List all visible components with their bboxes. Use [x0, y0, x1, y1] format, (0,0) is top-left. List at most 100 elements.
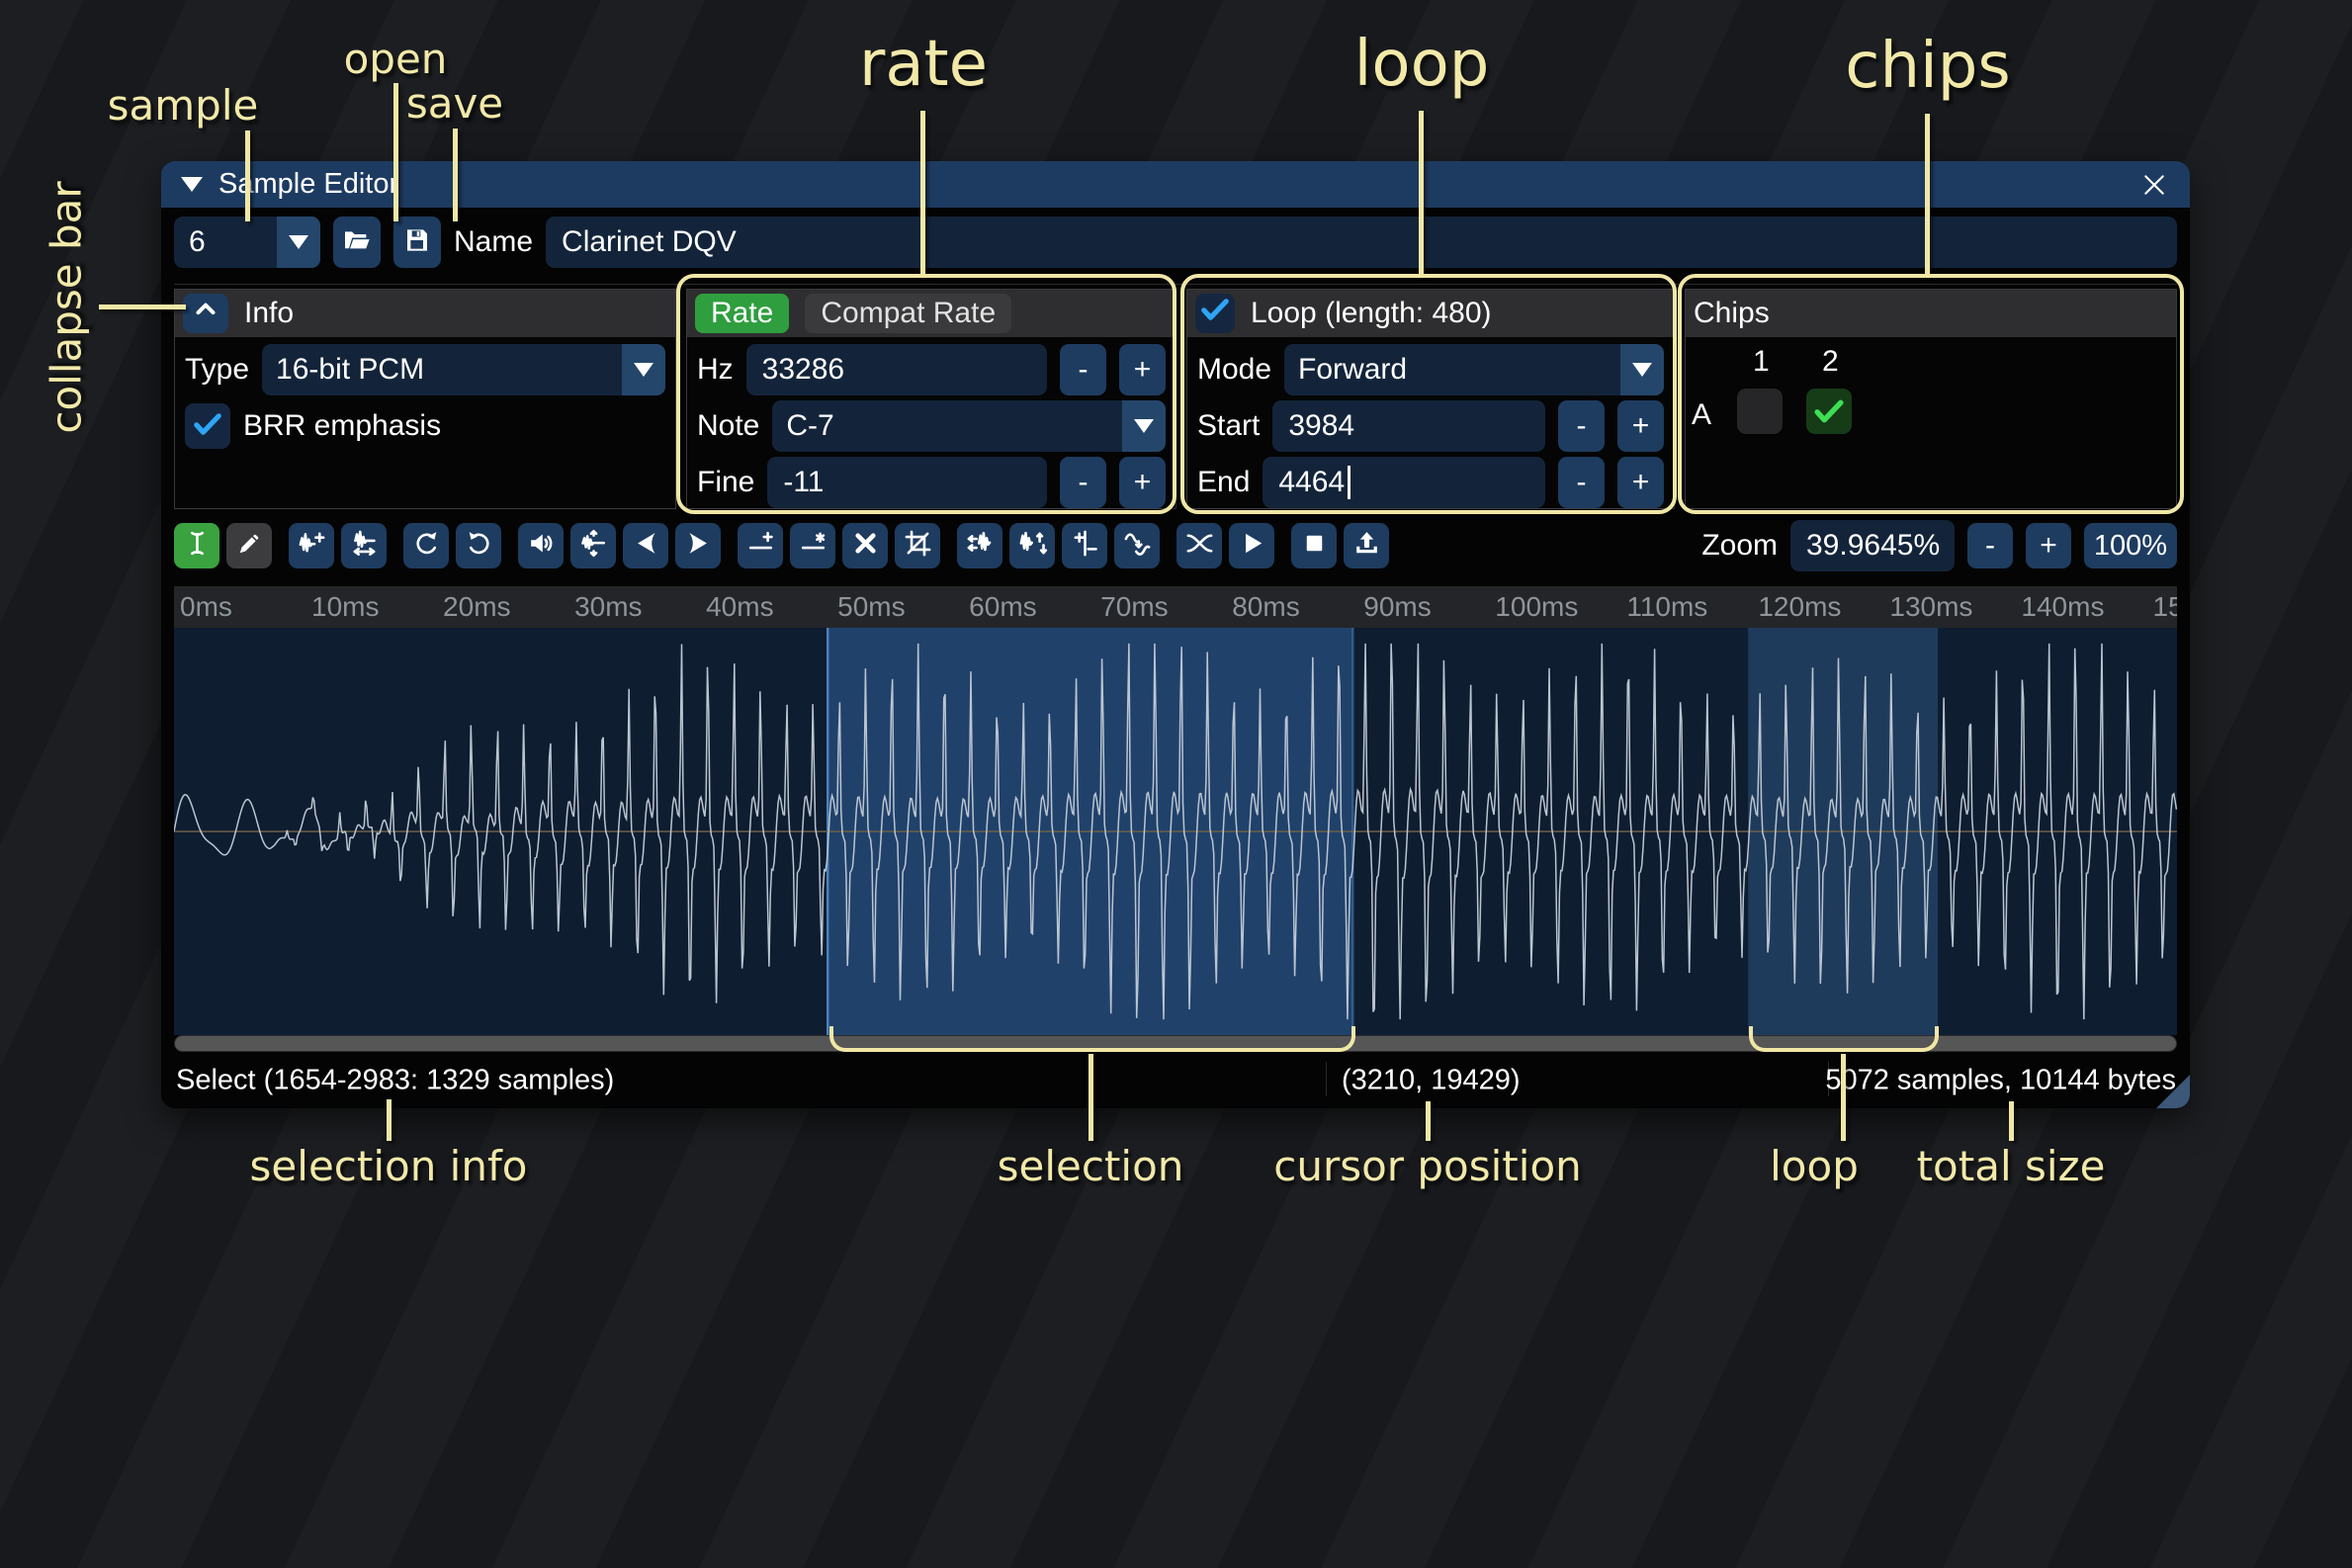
selection-info-text: Select (1654-2983: 1329 samples): [176, 1064, 614, 1096]
amplify-button[interactable]: [518, 523, 564, 568]
name-label: Name: [454, 225, 533, 259]
draw-tool[interactable]: [226, 523, 272, 568]
ruler-tick: 80ms: [1232, 591, 1299, 623]
zoom-reset-button[interactable]: 100%: [2084, 523, 2177, 568]
annotation-rate: rate: [859, 28, 988, 101]
ruler-tick: 90ms: [1363, 591, 1431, 623]
delete-button[interactable]: [842, 523, 888, 568]
check-icon: [190, 406, 225, 447]
sample-selector-dropdown[interactable]: [277, 217, 320, 268]
undo-icon: [411, 528, 442, 564]
annotation-line-cursor-position: [1426, 1101, 1431, 1141]
total-size-text: 5072 samples, 10144 bytes: [1825, 1064, 2176, 1096]
resize-grip[interactable]: [2156, 1075, 2190, 1108]
titlebar[interactable]: Sample Editor: [161, 161, 2190, 208]
preview-button[interactable]: [1229, 523, 1274, 568]
type-dropdown[interactable]: 16-bit PCM: [262, 344, 665, 395]
reverse-button[interactable]: [957, 523, 1002, 568]
zoom-controls: Zoom 39.9645% - + 100%: [1701, 520, 2177, 571]
annotation-line-selection: [1089, 1054, 1093, 1141]
wave-invert-icon: [1017, 528, 1048, 564]
annotation-loop-bottom: loop: [1770, 1142, 1859, 1190]
close-icon[interactable]: [2138, 169, 2170, 201]
normalize-button[interactable]: [570, 523, 616, 568]
apply-silence-button[interactable]: [790, 523, 835, 568]
ruler-tick: 30ms: [574, 591, 642, 623]
resize-button[interactable]: [289, 523, 334, 568]
save-button[interactable]: [393, 217, 441, 268]
annotation-selection: selection: [998, 1142, 1184, 1190]
annotation-sample: sample: [108, 81, 259, 130]
undo-button[interactable]: [403, 523, 449, 568]
toolbar-group: [403, 523, 501, 568]
zoom-out-button[interactable]: -: [1967, 523, 2013, 568]
toolbar-group: [957, 523, 1160, 568]
import-button[interactable]: [1344, 523, 1389, 568]
invert-button[interactable]: [1009, 523, 1055, 568]
annotation-selection-info: selection info: [250, 1142, 528, 1190]
annotation-save: save: [406, 79, 503, 128]
annotation-loop: loop: [1354, 28, 1490, 101]
sample-selector[interactable]: 6: [174, 217, 320, 268]
sign-invert-button[interactable]: [1062, 523, 1107, 568]
filter-icon: [1122, 528, 1153, 564]
apply-filter-button[interactable]: [1114, 523, 1160, 568]
name-input[interactable]: Clarinet DQV: [546, 217, 2177, 268]
info-panel-header: Info: [175, 290, 675, 337]
stop-preview-button[interactable]: [1291, 523, 1337, 568]
crossfade-icon: [1184, 528, 1215, 564]
annotation-collapse-bar: collapse bar: [43, 181, 91, 433]
annotation-line-collapse-bar: [99, 305, 186, 309]
plus-minus-icon: [1070, 528, 1100, 564]
window-collapse-icon[interactable]: [181, 177, 203, 192]
collapse-bar-button[interactable]: [183, 294, 228, 333]
type-dropdown-arrow[interactable]: [622, 344, 665, 395]
annotation-chips: chips: [1845, 30, 2011, 103]
annotation-line-save: [453, 129, 458, 221]
type-label: Type: [185, 353, 249, 387]
fade-in-button[interactable]: [623, 523, 668, 568]
cursor-position-text: (3210, 19429): [1342, 1064, 1521, 1096]
brr-emphasis-checkbox[interactable]: [185, 403, 230, 449]
play-icon: [1237, 528, 1267, 564]
speaker-icon: [526, 528, 557, 564]
annotation-brace-selection: [829, 1026, 1355, 1052]
ruler-tick: 120ms: [1758, 591, 1841, 623]
crossfade-loop-button[interactable]: [1176, 523, 1222, 568]
zoom-in-button[interactable]: +: [2026, 523, 2071, 568]
time-ruler[interactable]: 0ms10ms20ms30ms40ms50ms60ms70ms80ms90ms1…: [174, 586, 2177, 628]
waveform-display[interactable]: [174, 628, 2177, 1035]
annotation-line-loop-bottom: [1841, 1054, 1846, 1141]
toolbar-group: [738, 523, 940, 568]
ruler-tick: 50ms: [837, 591, 905, 623]
wave-h-icon: [349, 528, 380, 564]
annotation-outline-rate: [676, 274, 1176, 514]
insert-silence-button[interactable]: [738, 523, 783, 568]
ruler-tick: 60ms: [969, 591, 1036, 623]
select-tool[interactable]: [174, 523, 219, 568]
ruler-tick: 10ms: [311, 591, 379, 623]
annotation-line-chips: [1925, 114, 1930, 275]
sample-selector-value: 6: [174, 225, 277, 259]
annotation-line-sample: [245, 131, 250, 221]
cross-icon: [850, 528, 881, 564]
annotation-line-loop: [1419, 111, 1424, 275]
chevron-down-icon: [634, 363, 653, 377]
stop-icon: [1299, 528, 1330, 564]
open-button[interactable]: [333, 217, 381, 268]
line-star-icon: [798, 528, 828, 564]
resample-button[interactable]: [341, 523, 387, 568]
redo-button[interactable]: [456, 523, 501, 568]
annotation-line-total-size: [2009, 1101, 2014, 1141]
ruler-tick: 140ms: [2021, 591, 2104, 623]
brr-emphasis-label: BRR emphasis: [243, 409, 441, 443]
fade-r-icon: [683, 528, 714, 564]
upload-icon: [1351, 528, 1382, 564]
trim-button[interactable]: [895, 523, 940, 568]
ruler-tick: 130ms: [1889, 591, 1972, 623]
fade-out-button[interactable]: [675, 523, 721, 568]
wave-plus-icon: [297, 528, 327, 564]
fade-l-icon: [631, 528, 661, 564]
ruler-tick: 0ms: [180, 591, 232, 623]
zoom-input[interactable]: 39.9645%: [1790, 520, 1955, 571]
